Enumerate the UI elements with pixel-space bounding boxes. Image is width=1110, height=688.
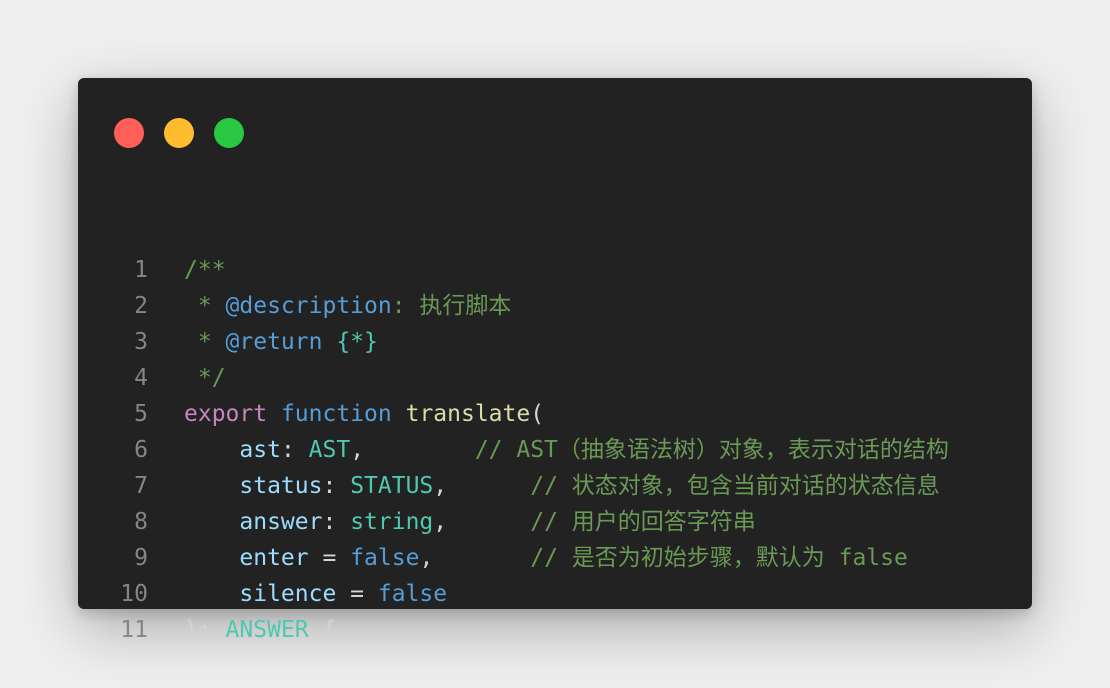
- code-line: 5 export function translate(: [78, 396, 1032, 432]
- code-token: *: [184, 329, 226, 355]
- code-line: 11): ANSWER {: [78, 612, 1032, 648]
- code-token: silence: [239, 581, 337, 607]
- code-text: /**: [184, 252, 226, 288]
- line-number: 6: [134, 437, 148, 463]
- line-number: 4: [134, 365, 148, 391]
- line-number: 9: [134, 545, 148, 571]
- code-text: * @return {*}: [184, 324, 378, 360]
- code-token: :: [322, 473, 351, 499]
- window-controls: [114, 118, 244, 148]
- code-token: @return: [225, 329, 323, 355]
- code-token: // 是否为初始步骤，默认为 false: [530, 545, 908, 571]
- line-number: 7: [134, 473, 148, 499]
- code-text: */: [184, 360, 226, 396]
- line-number: 2: [134, 293, 148, 319]
- code-window: 1/** 2 * @description: 执行脚本 3 * @return {*…: [78, 78, 1032, 643]
- code-token: =: [308, 545, 351, 571]
- code-line: 1 /**: [78, 252, 1032, 288]
- code-text: enter = false, // 是否为初始步骤，默认为 false: [184, 540, 908, 576]
- code-token: :: [280, 437, 309, 463]
- code-token: */: [184, 365, 226, 391]
- line-number: 8: [134, 509, 148, 535]
- code-token: translate: [405, 401, 531, 427]
- code-text: * @description: 执行脚本: [184, 288, 512, 324]
- code-text: ): ANSWER {: [184, 612, 336, 648]
- code-token: {: [308, 617, 337, 643]
- code-line: 10 silence = false: [78, 576, 1032, 612]
- code-token: :: [322, 509, 351, 535]
- code-line: 9 enter = false, // 是否为初始步骤，默认为 false: [78, 540, 1032, 576]
- code-text: status: STATUS, // 状态对象，包含当前对话的状态信息: [184, 468, 940, 504]
- code-token: export: [184, 401, 268, 427]
- code-token: (: [530, 401, 545, 427]
- code-line: 3 * @return {*}: [78, 324, 1032, 360]
- code-token: ,: [350, 437, 475, 463]
- code-token: false: [377, 581, 448, 607]
- code-token: =: [336, 581, 378, 607]
- code-line: 4 */: [78, 360, 1032, 396]
- line-number: 3: [134, 329, 148, 355]
- code-token: AST: [308, 437, 351, 463]
- code-token: ast: [239, 437, 281, 463]
- code-line: 6 ast: AST, // AST（抽象语法树）对象，表示对话的结构: [78, 432, 1032, 468]
- code-token: *: [184, 293, 226, 319]
- code-token: // AST（抽象语法树）对象，表示对话的结构: [474, 437, 949, 463]
- code-token: false: [350, 545, 420, 571]
- code-token: // 状态对象，包含当前对话的状态信息: [530, 473, 940, 499]
- line-number: 5: [134, 401, 148, 427]
- code-token: enter: [239, 545, 309, 571]
- code-line: 7 status: STATUS, // 状态对象，包含当前对话的状态信息: [78, 468, 1032, 504]
- line-number: 1: [134, 257, 148, 283]
- line-number: 11: [120, 617, 148, 643]
- minimize-dot-icon[interactable]: [164, 118, 194, 148]
- code-text: export function translate(: [184, 396, 544, 432]
- code-token: ,: [433, 509, 531, 535]
- code-token: ,: [419, 545, 531, 571]
- code-token: /**: [184, 257, 226, 283]
- code-line: 2 * @description: 执行脚本: [78, 288, 1032, 324]
- code-token: string: [350, 509, 434, 535]
- code-token: answer: [239, 509, 323, 535]
- maximize-dot-icon[interactable]: [214, 118, 244, 148]
- code-text: ast: AST, // AST（抽象语法树）对象，表示对话的结构: [184, 432, 949, 468]
- code-token: // 用户的回答字符串: [530, 509, 756, 535]
- code-token: ):: [184, 617, 226, 643]
- code-token: @description: [225, 293, 392, 319]
- code-token: : 执行脚本: [391, 293, 512, 319]
- code-token: status: [239, 473, 323, 499]
- code-token: ,: [433, 473, 531, 499]
- code-token: ANSWER: [225, 617, 309, 643]
- code-text: silence = false: [184, 576, 447, 612]
- code-token: function: [280, 401, 392, 427]
- code-token: {*}: [336, 329, 378, 355]
- code-token: STATUS: [350, 473, 434, 499]
- code-text: answer: string, // 用户的回答字符串: [184, 504, 756, 540]
- code-line: 8 answer: string, // 用户的回答字符串: [78, 504, 1032, 540]
- close-dot-icon[interactable]: [114, 118, 144, 148]
- line-number: 10: [120, 581, 148, 607]
